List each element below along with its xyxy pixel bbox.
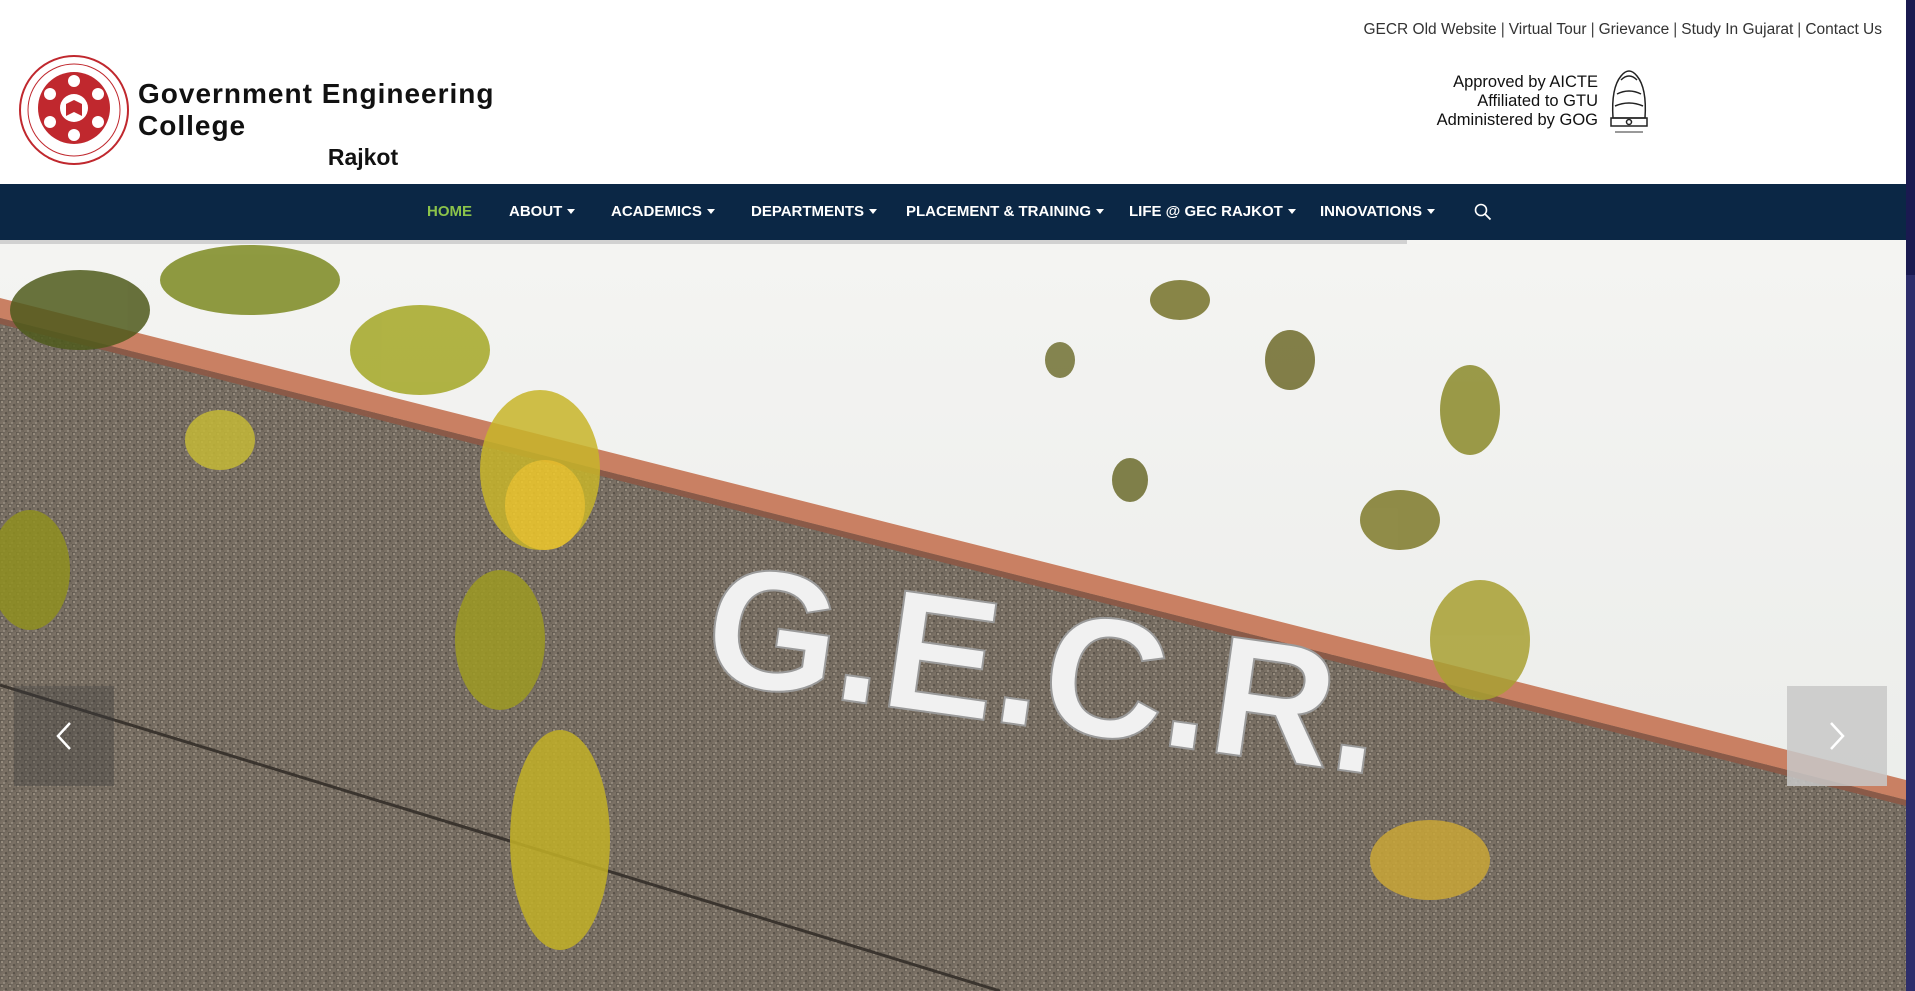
nav-academics[interactable]: ACADEMICS: [611, 184, 715, 240]
nav-departments-label: DEPARTMENTS: [751, 203, 865, 220]
top-link-contact-us[interactable]: Contact Us: [1805, 21, 1882, 38]
approval-line-gtu: Affiliated to GTU: [1477, 92, 1598, 110]
nav-placement-training[interactable]: PLACEMENT & TRAINING: [906, 184, 1104, 240]
college-title: Government Engineering College: [138, 78, 495, 141]
chevron-right-icon: [1830, 722, 1845, 750]
search-icon[interactable]: [1474, 203, 1492, 221]
college-subtitle: Rajkot: [327, 144, 399, 170]
main-navbar: HOME ABOUT ACADEMICS DEPARTMENTS PLACEME…: [0, 184, 1906, 240]
caret-down-icon: [1426, 208, 1435, 214]
page-scrollbar[interactable]: [1906, 0, 1915, 991]
caret-down-icon: [567, 208, 576, 214]
slider-next-button[interactable]: [1787, 686, 1887, 786]
nav-life-at-gec[interactable]: LIFE @ GEC RAJKOT: [1129, 184, 1296, 240]
top-link-grievance[interactable]: Grievance: [1599, 21, 1670, 38]
national-emblem-icon: [1603, 58, 1655, 138]
approval-line-gog: Administered by GOG: [1436, 111, 1598, 129]
top-link-study-in-gujarat[interactable]: Study In Gujarat: [1681, 21, 1793, 38]
hero-slider-image: G.E.C.R.: [0, 240, 1906, 991]
caret-down-icon: [1096, 208, 1104, 214]
approval-info: Approved by AICTE Affiliated to GTU Admi…: [1437, 73, 1598, 130]
nav-placement-label: PLACEMENT & TRAINING: [906, 203, 1091, 220]
top-link-old-website[interactable]: GECR Old Website: [1363, 21, 1496, 38]
caret-down-icon: [869, 208, 878, 214]
scrollbar-thumb[interactable]: [1906, 0, 1915, 275]
nav-academics-label: ACADEMICS: [611, 203, 702, 220]
top-links-bar: GECR Old Website | Virtual Tour | Grievance |…: [1363, 21, 1882, 39]
top-link-virtual-tour[interactable]: Virtual Tour: [1509, 21, 1587, 38]
nav-home[interactable]: HOME: [427, 184, 472, 240]
nav-innovations-label: INNOVATIONS: [1320, 203, 1422, 220]
chevron-left-icon: [56, 722, 71, 750]
nav-departments[interactable]: DEPARTMENTS: [751, 184, 878, 240]
caret-down-icon: [1287, 208, 1296, 214]
college-logo[interactable]: [18, 54, 130, 174]
separator: |: [1673, 21, 1678, 38]
nav-about-label: ABOUT: [509, 203, 563, 220]
caret-down-icon: [706, 208, 715, 214]
nav-innovations[interactable]: INNOVATIONS: [1320, 184, 1435, 240]
separator: |: [1500, 21, 1505, 38]
college-name-block: Government Engineering College Rajkot: [138, 78, 588, 171]
approval-line-aicte: Approved by AICTE: [1453, 73, 1598, 91]
separator: |: [1797, 21, 1802, 38]
nav-shadow-line: [0, 240, 1407, 244]
slider-prev-button[interactable]: [14, 686, 114, 786]
nav-about[interactable]: ABOUT: [509, 184, 576, 240]
nav-home-label: HOME: [427, 203, 472, 220]
separator: |: [1590, 21, 1595, 38]
nav-life-label: LIFE @ GEC RAJKOT: [1129, 203, 1283, 220]
